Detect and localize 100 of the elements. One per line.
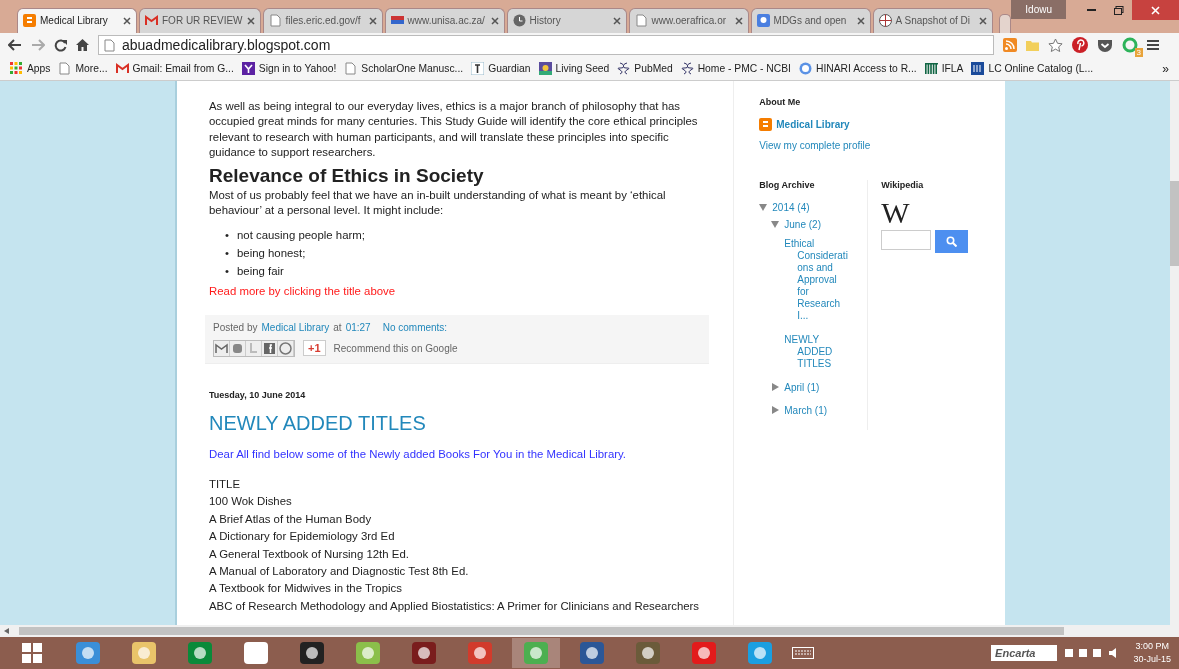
bookmark-link[interactable]: IFLA [924, 62, 964, 76]
recommend-text: Recommend this on Google [333, 341, 458, 356]
archive-post-link[interactable]: Ethical Considerations and Approval for Research I... [784, 237, 851, 322]
expand-triangle-icon[interactable] [771, 406, 780, 415]
back-icon[interactable] [8, 39, 22, 52]
browser-tab[interactable]: www.unisa.ac.za/ [384, 7, 505, 33]
bookmark-link[interactable]: LC Online Catalog (L... [971, 62, 1094, 76]
close-icon[interactable] [246, 16, 255, 25]
helix-icon [680, 62, 694, 76]
rss-icon[interactable] [1003, 38, 1017, 53]
browser-tab[interactable]: FOR UR REVIEW [139, 7, 261, 33]
bookmark-link[interactable]: Gmail: Email from G... [115, 62, 234, 76]
plus-one-button[interactable]: +1 [303, 340, 326, 357]
read-more-link[interactable]: Read more by clicking the title above [209, 283, 710, 300]
post-title-link[interactable]: NEWLY ADDED TITLES [209, 411, 710, 436]
post-date: Tuesday, 10 June 2014 [209, 388, 307, 402]
keyboard-icon[interactable] [792, 647, 814, 660]
horizontal-scrollbar[interactable] [0, 625, 1179, 638]
browser-tab[interactable]: www.oerafrica.or [628, 7, 749, 33]
view-profile-link[interactable]: View my complete profile [759, 139, 1005, 151]
clock-icon [512, 14, 526, 28]
book-title-line: A Textbook for Midwives in the Tropics [209, 581, 403, 597]
star-icon[interactable] [1048, 38, 1063, 53]
restore-icon [1113, 5, 1124, 15]
pin-logo-icon[interactable] [1072, 37, 1088, 54]
archive-link[interactable]: June (2) [784, 218, 821, 230]
browser-tab[interactable]: A Snapshot of Di [872, 7, 993, 33]
address-bar[interactable]: abuadmedicalibrary.blogspot.com [98, 35, 994, 56]
archive-post-link[interactable]: NEWLY ADDED TITLES [784, 333, 851, 370]
clock[interactable]: 3:00 PM 30-Jul-15 [1133, 640, 1171, 667]
blogger-icon [23, 14, 36, 28]
helix-icon [617, 62, 631, 76]
share-mail-icon[interactable] [214, 340, 230, 356]
bookmark-link[interactable]: Living Seed [538, 62, 610, 76]
close-icon[interactable] [978, 16, 987, 25]
archive-link[interactable]: March (1) [784, 404, 828, 416]
bullet-marker: • [225, 245, 229, 261]
collapse-triangle-icon[interactable] [759, 203, 768, 212]
intro-paragraph: Most of us probably feel that we have an in-built understanding of what is meant by ‘ethical behaviour’ at a personal level. It might include: [209, 187, 667, 219]
bookmark-link[interactable]: PubMed [617, 62, 673, 76]
reload-icon[interactable] [54, 38, 67, 52]
expand-triangle-icon[interactable] [771, 383, 780, 392]
new-tab-button[interactable] [998, 13, 1012, 33]
bookmark-link[interactable]: HINARI Access to R... [798, 62, 917, 76]
browser-tab[interactable]: Medical Library [17, 7, 137, 33]
bullet-item: being honest; [237, 245, 306, 261]
close-icon[interactable] [612, 16, 621, 25]
bookmark-link[interactable]: More... [58, 62, 108, 76]
profile-link[interactable]: Medical Library [759, 117, 1005, 131]
book-stack-icon [971, 62, 985, 76]
home-icon[interactable] [76, 39, 89, 52]
scroll-left-icon[interactable] [4, 628, 9, 635]
close-icon[interactable] [123, 16, 131, 25]
post-paragraph: As well as being integral to our everyday lives, ethics is a major branch of philosophy that has occupied great minds for many centuries. This Study Guide will identify the core ethical principles relevant to research with human participants, and will translate these principles into specific guidance to support researchers. [209, 98, 699, 161]
more-bookmarks-button[interactable]: » [1162, 61, 1169, 76]
close-icon[interactable] [856, 16, 865, 25]
menu-icon[interactable] [1147, 39, 1159, 52]
at-label: at [333, 321, 342, 336]
apps-grid-icon [10, 62, 23, 76]
emblem-icon [798, 62, 812, 76]
page-icon [103, 38, 116, 52]
vertical-scrollbar[interactable] [1170, 80, 1179, 626]
globe-icon [878, 14, 892, 28]
landscape-icon [538, 62, 552, 76]
close-icon[interactable] [734, 16, 743, 25]
profile-button[interactable]: Idowu [1011, 0, 1066, 19]
page-icon [268, 14, 282, 28]
widget-title: About Me [759, 96, 802, 107]
posted-by-label: Posted by [213, 321, 258, 336]
page-icon [634, 14, 648, 28]
book-title-line: A Manual of Laboratory and Diagnostic Test 8th Ed. [209, 563, 470, 579]
search-button[interactable] [935, 229, 969, 253]
archive-link[interactable]: 2014 (4) [772, 201, 810, 213]
share-f-letter-icon[interactable] [262, 340, 278, 356]
author-link[interactable]: Medical Library [261, 320, 330, 336]
mail-icon [115, 62, 129, 76]
close-icon[interactable] [490, 16, 499, 25]
pocket-icon[interactable] [1097, 37, 1113, 53]
bookmark-link[interactable]: Guardian [471, 62, 531, 76]
book-title-line: A General Textbook of Nursing 12th Ed. [209, 546, 410, 562]
search-box[interactable]: Encarta [991, 645, 1058, 662]
ring-icon[interactable] [1122, 37, 1138, 54]
browser-tab[interactable]: MDGs and open [750, 7, 871, 33]
bookmark-link[interactable]: Apps [10, 62, 51, 76]
bullet-item: being fair [237, 263, 284, 279]
search-field[interactable] [881, 229, 932, 250]
page-icon [58, 62, 72, 76]
collapse-triangle-icon[interactable] [771, 220, 780, 229]
archive-link[interactable]: April (1) [784, 381, 820, 393]
time-link[interactable]: 01:27 [345, 320, 371, 336]
close-icon [1151, 5, 1160, 15]
bookmark-link[interactable]: Sign in to Yahoo! [241, 62, 337, 76]
browser-tab[interactable]: files.eric.ed.gov/f [262, 7, 383, 33]
bookmark-link[interactable]: ScholarOne Manusc... [344, 62, 464, 76]
wikipedia-logo: W [881, 197, 911, 228]
widget-title: Wikipedia [881, 179, 925, 190]
bookmark-link[interactable]: Home - PMC - NCBI [680, 62, 791, 76]
browser-tab[interactable]: History [506, 7, 627, 33]
close-icon[interactable] [368, 16, 377, 25]
comments-link[interactable]: No comments: [382, 320, 448, 336]
